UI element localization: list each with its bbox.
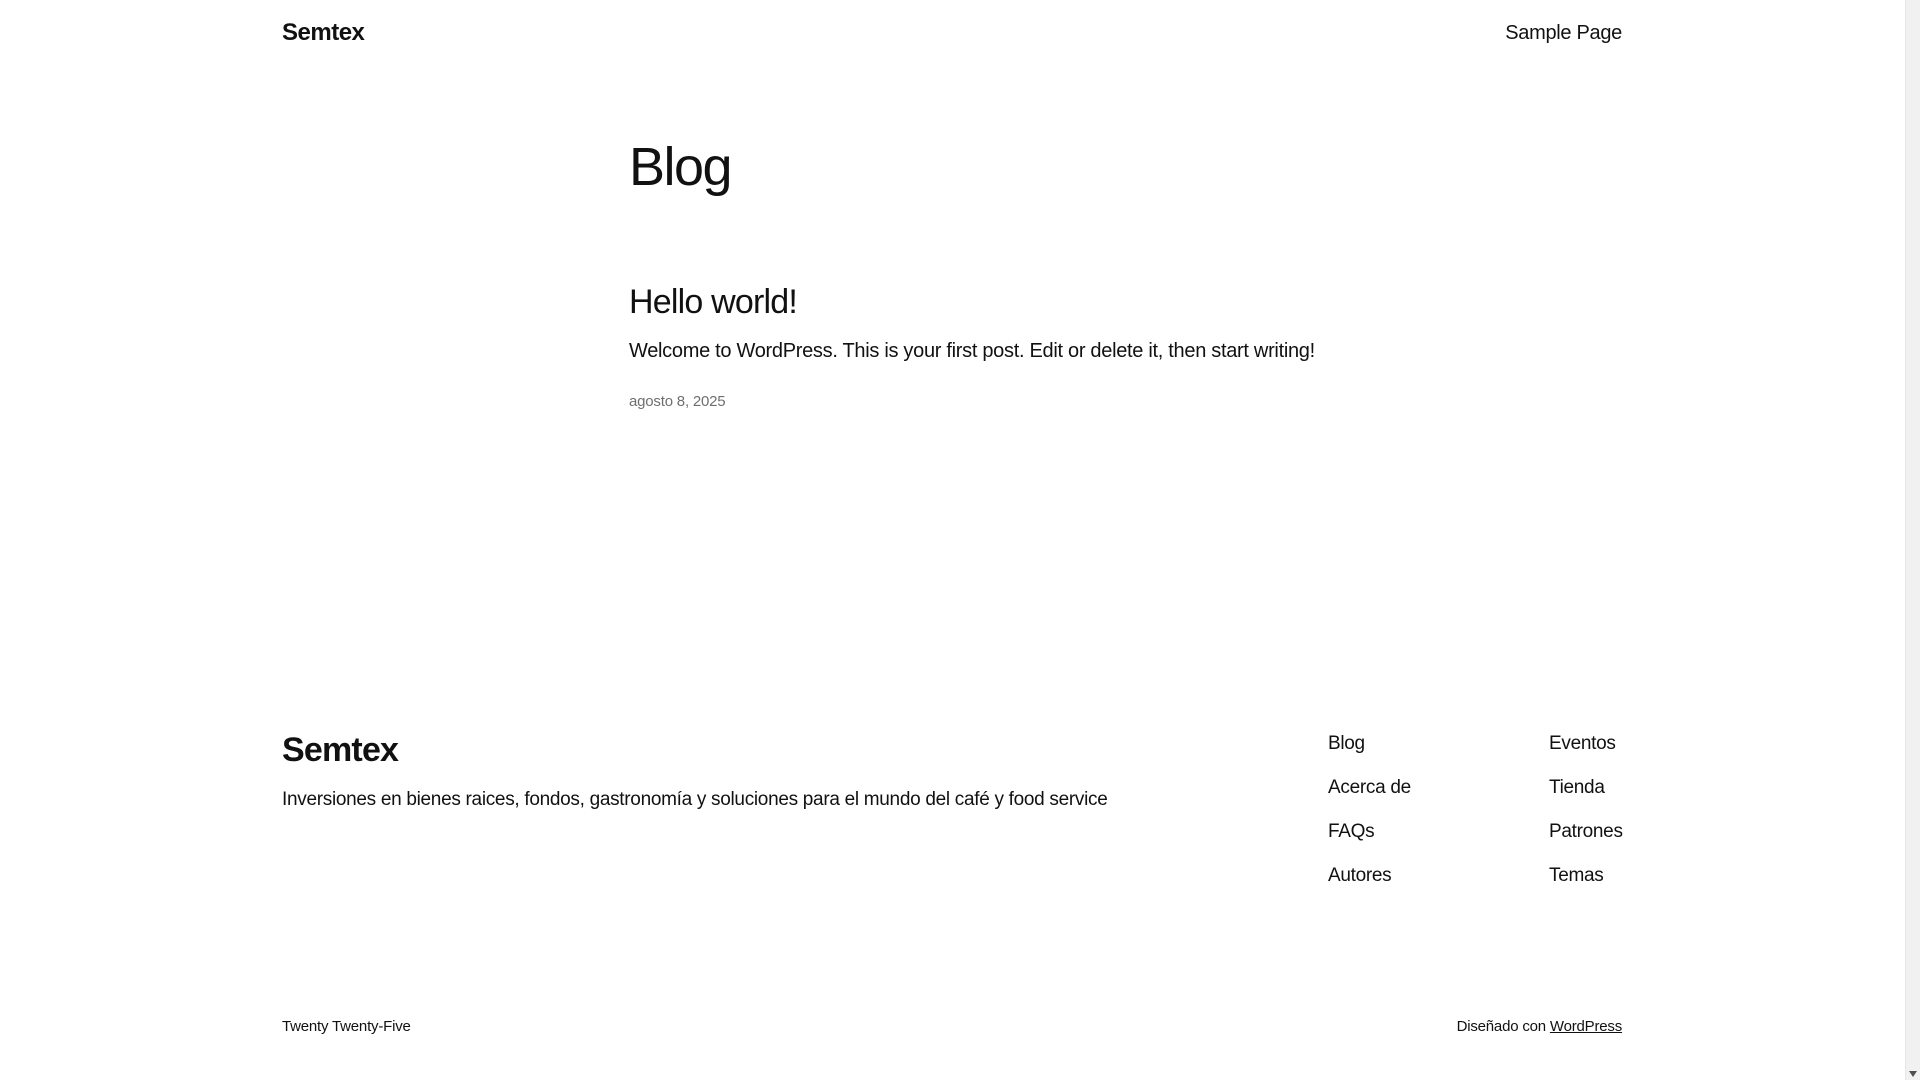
footer-link-autores[interactable]: Autores: [1328, 862, 1411, 889]
footer-link-acerca-de[interactable]: Acerca de: [1328, 774, 1411, 801]
nav-link-sample-page[interactable]: Sample Page: [1505, 22, 1622, 44]
theme-credit: Twenty Twenty-Five: [282, 1018, 411, 1035]
footer-link-blog[interactable]: Blog: [1328, 730, 1411, 757]
wordpress-link[interactable]: WordPress: [1550, 1018, 1622, 1035]
footer-link-temas[interactable]: Temas: [1549, 862, 1623, 889]
footer-nav-column-1: Blog Acerca de FAQs Autores: [1328, 730, 1411, 889]
footer-link-eventos[interactable]: Eventos: [1549, 730, 1623, 757]
post-title-link[interactable]: Hello world!: [629, 280, 798, 324]
header-nav: Sample Page: [1505, 22, 1622, 45]
post-excerpt: Welcome to WordPress. This is your first…: [629, 340, 1315, 362]
scroll-down-arrow-icon[interactable]: [1909, 1071, 1917, 1077]
powered-by-credit: Diseñado con WordPress: [1456, 1018, 1623, 1035]
vertical-scrollbar[interactable]: [1905, 0, 1920, 1080]
footer-link-faqs[interactable]: FAQs: [1328, 818, 1411, 845]
footer-nav-column-2: Eventos Tienda Patrones Temas: [1549, 730, 1623, 889]
powered-by-label: Diseñado con: [1456, 1018, 1547, 1035]
post-date: agosto 8, 2025: [629, 393, 726, 410]
footer-link-tienda[interactable]: Tienda: [1549, 774, 1623, 801]
footer-tagline: Inversiones en bienes raices, fondos, ga…: [282, 789, 1108, 810]
footer-link-patrones[interactable]: Patrones: [1549, 818, 1623, 845]
site-title-link[interactable]: Semtex: [282, 19, 365, 47]
page-title: Blog: [629, 137, 733, 197]
footer-site-title-link[interactable]: Semtex: [282, 728, 399, 772]
